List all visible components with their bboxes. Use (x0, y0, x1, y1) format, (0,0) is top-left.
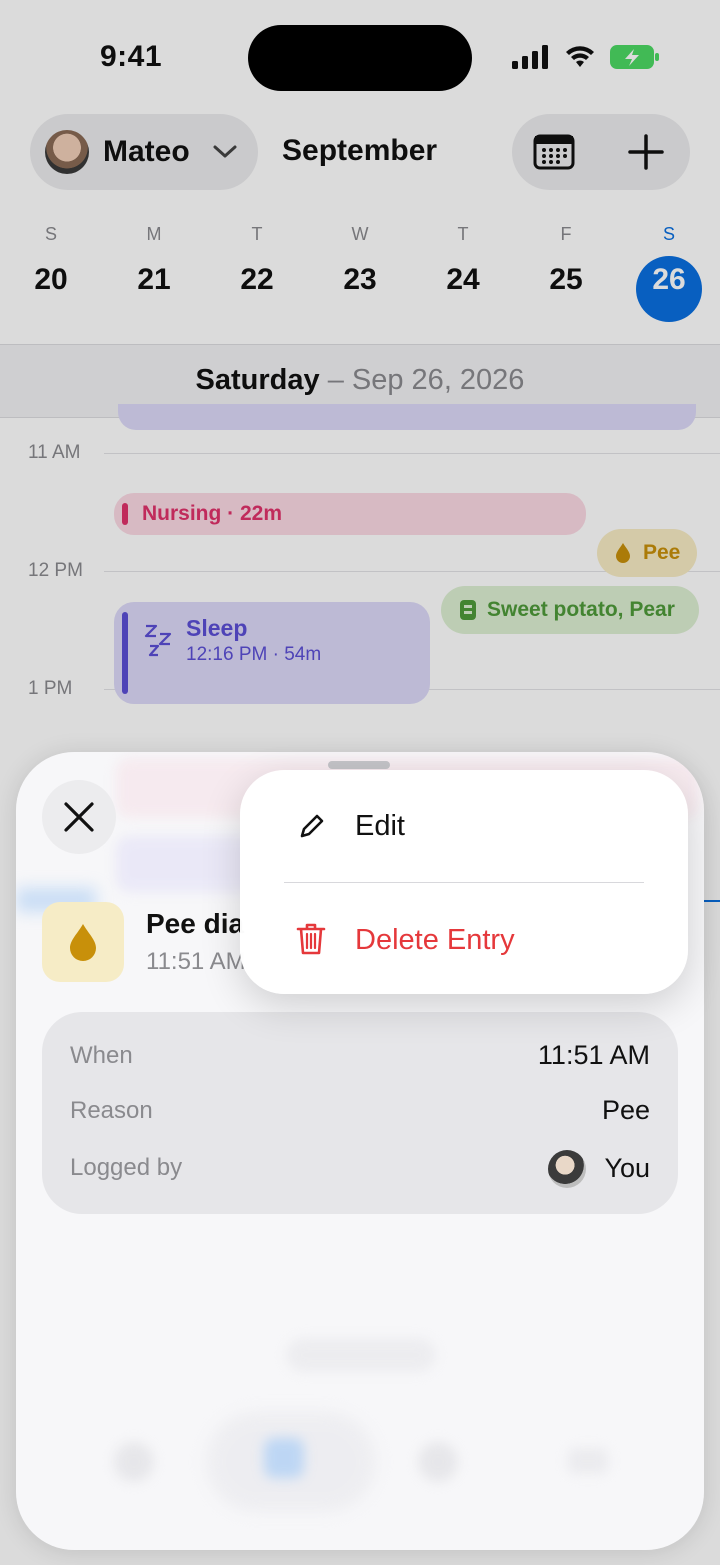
logger-avatar (548, 1150, 586, 1188)
detail-reason-value: Pee (601, 1095, 650, 1125)
detail-logged-by-label: Logged by (70, 1154, 183, 1181)
droplet-icon (70, 924, 96, 961)
blurred-content (286, 1338, 436, 1372)
detail-when-label: When (70, 1042, 133, 1069)
blurred-tab-icon (264, 1438, 304, 1478)
detail-logged-by-value: You (604, 1153, 650, 1183)
menu-item-delete-label: Delete Entry (355, 924, 515, 956)
menu-item-delete[interactable]: Delete Entry (240, 884, 688, 994)
pencil-icon (300, 814, 324, 838)
close-icon (64, 802, 94, 832)
menu-item-edit[interactable]: Edit (240, 770, 688, 882)
blurred-tab-icon (568, 1448, 608, 1474)
detail-reason-label: Reason (70, 1097, 153, 1124)
blurred-tab-icon (418, 1442, 458, 1482)
menu-divider (284, 882, 644, 883)
sheet-grabber[interactable] (328, 761, 390, 769)
entry-time: 11:51 AM (146, 948, 246, 975)
entry-title: Pee dia (146, 908, 245, 939)
trash-icon (296, 923, 326, 955)
blurred-tab-icon (114, 1442, 154, 1482)
close-button[interactable] (42, 780, 116, 854)
menu-item-edit-label: Edit (355, 810, 405, 842)
entry-type-icon-box (42, 902, 124, 982)
detail-when-value: 11:51 AM (537, 1040, 650, 1070)
